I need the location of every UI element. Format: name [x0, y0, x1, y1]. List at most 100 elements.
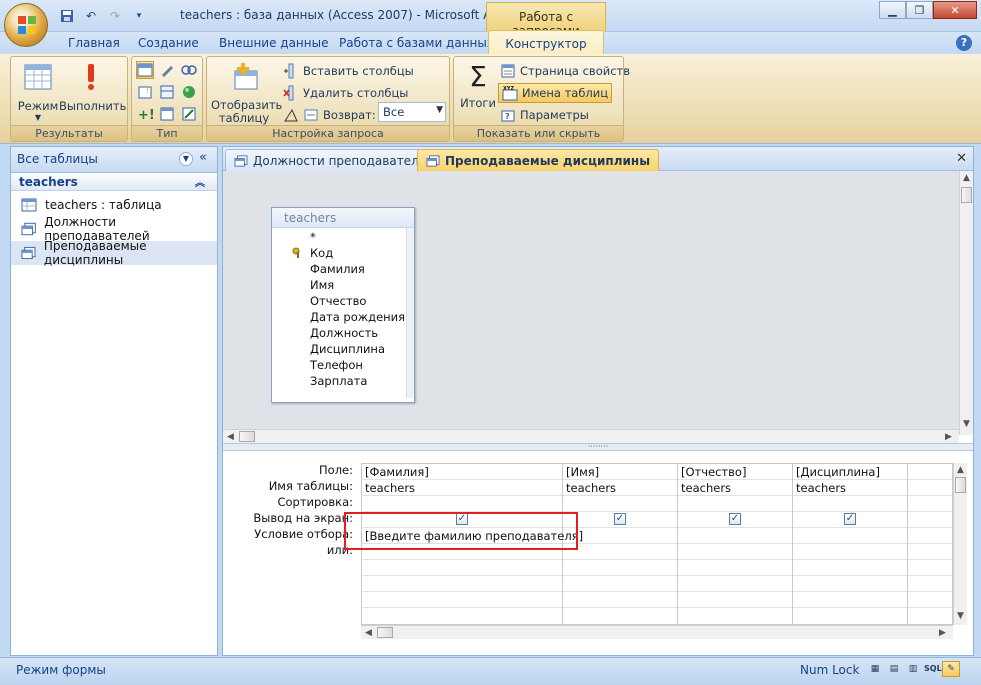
help-icon[interactable]: ? [956, 35, 972, 51]
cell-field[interactable]: [Отчество] [681, 465, 746, 479]
make-table-query-icon[interactable]: ! [136, 83, 154, 101]
scroll-left-icon[interactable]: ◀ [365, 628, 372, 638]
run-label: Выполнить [59, 99, 127, 113]
show-table-button[interactable]: Отобразить таблицу [211, 61, 282, 125]
table-pane-vertical-scrollbar[interactable]: ▲ ▼ [959, 171, 973, 435]
field-item[interactable]: Зарплата [310, 374, 367, 388]
nav-item-disciplines-query[interactable]: Преподаваемые дисциплины [11, 239, 217, 267]
show-checkbox[interactable]: ✓ [729, 513, 741, 525]
pane-splitter[interactable]: ········ [223, 443, 973, 451]
run-button[interactable]: Выполнить [59, 61, 127, 113]
table-pane-horizontal-scrollbar[interactable]: ◀ ▶ [223, 429, 959, 443]
pivot-table-view-icon[interactable]: ▤ [885, 661, 903, 677]
pass-through-query-icon[interactable] [180, 83, 198, 101]
return-select[interactable]: Все ▼ [378, 102, 446, 122]
field-list-scrollbar[interactable] [406, 228, 414, 398]
grid-horizontal-scrollbar[interactable]: ◀ ▶ [361, 625, 953, 639]
delete-columns-button[interactable]: Удалить столбцы [283, 85, 408, 101]
tab-external-data[interactable]: Внешние данные [219, 36, 328, 50]
field-item[interactable]: * [310, 230, 316, 244]
field-item[interactable]: Должность [310, 326, 378, 340]
scroll-down-icon[interactable]: ▼ [957, 611, 964, 621]
field-item[interactable]: Телефон [310, 358, 363, 372]
nav-menu-chevron-icon[interactable]: ▼ [179, 152, 193, 166]
grid-column-empty[interactable] [908, 464, 952, 624]
crosstab-query-icon[interactable] [180, 61, 198, 79]
grid-vertical-scrollbar[interactable]: ▲ ▼ [953, 463, 967, 625]
field-item[interactable]: Дата рождения [310, 310, 405, 324]
restore-button[interactable]: ❐ [906, 1, 933, 19]
window-controls: ▁ ❐ ✕ [879, 1, 977, 19]
cell-table[interactable]: teachers [365, 481, 415, 495]
grid-column-name[interactable]: [Имя] teachers ✓ [563, 464, 678, 624]
scroll-up-icon[interactable]: ▲ [957, 465, 964, 475]
scroll-right-icon[interactable]: ▶ [939, 628, 946, 638]
show-checkbox[interactable]: ✓ [614, 513, 626, 525]
delete-query-icon[interactable]: +! [136, 105, 155, 123]
doc-tab-positions[interactable]: Должности преподавателей [225, 149, 443, 171]
mode-button[interactable]: Режим ▼ [15, 61, 61, 122]
tab-database-tools[interactable]: Работа с базами данных [339, 36, 494, 50]
select-query-icon[interactable] [136, 61, 154, 79]
collapse-pane-icon[interactable]: « [199, 150, 207, 165]
totals-button[interactable]: Σ Итоги [458, 61, 498, 111]
query-icon [234, 154, 248, 167]
grid-column-discipline[interactable]: [Дисциплина] teachers ✓ [793, 464, 908, 624]
cell-table[interactable]: teachers [681, 481, 731, 495]
nav-item-teachers-table[interactable]: teachers : таблица [11, 193, 217, 217]
cell-field[interactable]: [Имя] [566, 465, 599, 479]
property-sheet-button[interactable]: Страница свойств [500, 63, 630, 79]
field-item[interactable]: Отчество [310, 294, 366, 308]
field-item[interactable]: Дисциплина [310, 342, 385, 356]
nav-item-positions-query[interactable]: Должности преподавателей [11, 215, 217, 243]
data-definition-query-icon[interactable] [180, 105, 198, 123]
datasheet-view-icon[interactable]: ▦ [866, 661, 884, 677]
undo-icon[interactable]: ↶ [82, 7, 100, 25]
scroll-left-icon[interactable]: ◀ [227, 432, 234, 442]
redo-icon[interactable]: ↷ [106, 7, 124, 25]
document-area: Должности преподавателей Преподаваемые д… [222, 146, 974, 656]
scrollbar-thumb[interactable] [961, 187, 972, 203]
doc-tab-disciplines[interactable]: Преподаваемые дисциплины [417, 149, 660, 171]
query-icon [426, 154, 440, 167]
field-list-teachers[interactable]: teachers * Код Фамилия Имя Отчество Дата… [271, 207, 415, 403]
nav-group-teachers[interactable]: teachers ︽ [11, 173, 217, 191]
scroll-up-icon[interactable]: ▲ [963, 173, 970, 183]
field-item[interactable]: Имя [310, 278, 334, 292]
minimize-button[interactable]: ▁ [879, 1, 906, 19]
collapse-group-icon[interactable]: ︽ [195, 174, 205, 189]
customize-qat-icon[interactable]: ▾ [130, 7, 148, 25]
table-names-button[interactable]: XYZ Имена таблиц [498, 83, 613, 103]
scrollbar-thumb[interactable] [955, 477, 966, 493]
cell-table[interactable]: teachers [796, 481, 846, 495]
nav-header[interactable]: Все таблицы ▼ « [11, 147, 217, 173]
grid-column-patronymic[interactable]: [Отчество] teachers ✓ [678, 464, 793, 624]
save-icon[interactable] [58, 7, 76, 25]
insert-columns-button[interactable]: Вставить столбцы [283, 63, 414, 79]
scrollbar-thumb[interactable] [377, 627, 393, 638]
scroll-right-icon[interactable]: ▶ [945, 432, 952, 442]
office-button[interactable] [4, 3, 48, 47]
field-item[interactable]: Фамилия [310, 262, 365, 276]
scroll-down-icon[interactable]: ▼ [963, 419, 970, 429]
cell-field[interactable]: [Фамилия] [365, 465, 429, 479]
pivot-chart-view-icon[interactable]: ▥ [904, 661, 922, 677]
quick-access-toolbar: ↶ ↷ ▾ [58, 6, 148, 26]
field-item[interactable]: Код [310, 246, 333, 260]
cell-field[interactable]: [Дисциплина] [796, 465, 880, 479]
update-query-icon[interactable] [158, 61, 176, 79]
close-document-icon[interactable]: ✕ [956, 151, 967, 166]
close-button[interactable]: ✕ [933, 1, 977, 19]
design-view-icon[interactable]: ✎ [942, 661, 960, 677]
parameters-button[interactable]: ? Параметры [500, 107, 589, 123]
tab-design[interactable]: Конструктор [488, 30, 604, 55]
union-query-icon[interactable] [158, 105, 176, 123]
append-query-icon[interactable] [158, 83, 176, 101]
scrollbar-thumb[interactable] [239, 431, 255, 442]
tab-home[interactable]: Главная [68, 36, 120, 50]
show-checkbox[interactable]: ✓ [844, 513, 856, 525]
cell-table[interactable]: teachers [566, 481, 616, 495]
tab-create[interactable]: Создание [138, 36, 199, 50]
table-icon [21, 198, 37, 212]
sql-view-button[interactable]: SQL [923, 661, 942, 677]
